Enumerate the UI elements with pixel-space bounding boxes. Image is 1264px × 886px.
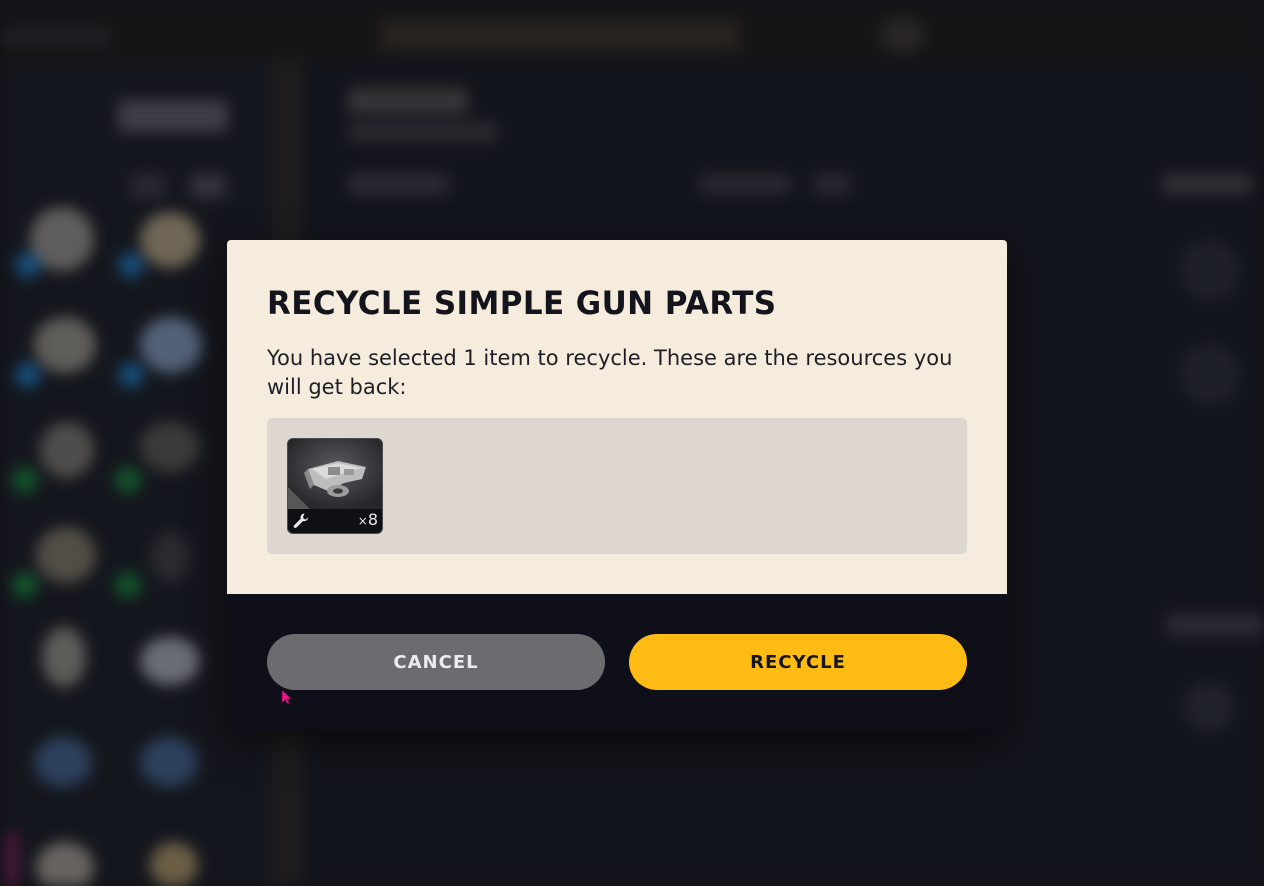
mouse-cursor-icon bbox=[281, 689, 293, 705]
recycle-button[interactable]: RECYCLE bbox=[629, 634, 967, 690]
dialog-title: RECYCLE SIMPLE GUN PARTS bbox=[267, 285, 777, 323]
wrench-icon bbox=[293, 513, 309, 528]
dialog-body: RECYCLE SIMPLE GUN PARTS You have select… bbox=[227, 240, 1007, 594]
resource-quantity: ×8 bbox=[357, 510, 378, 529]
dialog-description: You have selected 1 item to recycle. The… bbox=[267, 346, 953, 399]
tile-corner-accent bbox=[288, 487, 310, 509]
recycle-dialog: RECYCLE SIMPLE GUN PARTS You have select… bbox=[227, 240, 1007, 730]
cancel-button[interactable]: CANCEL bbox=[267, 634, 605, 690]
dialog-footer: CANCEL RECYCLE bbox=[227, 594, 1007, 730]
resource-item[interactable]: ×8 bbox=[287, 438, 383, 534]
tile-footer: ×8 bbox=[288, 509, 382, 533]
resource-list: ×8 bbox=[267, 418, 967, 554]
